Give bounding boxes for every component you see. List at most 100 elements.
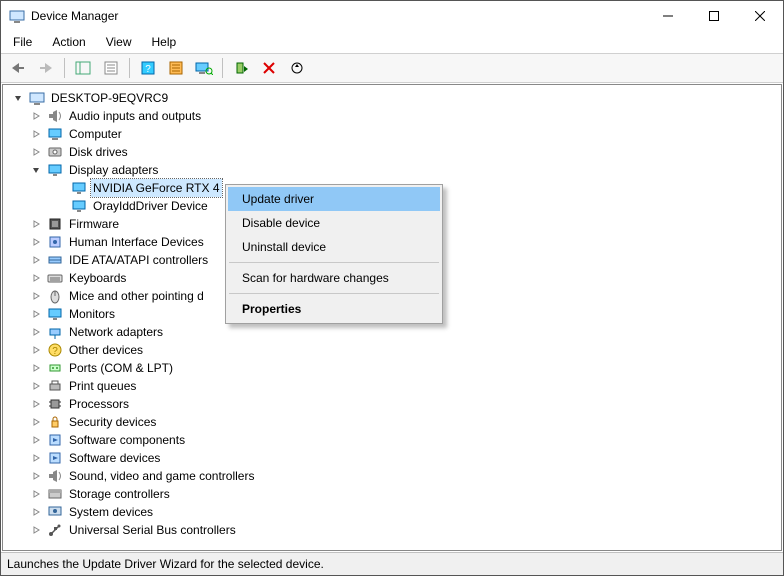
- keyboard-icon: [47, 270, 63, 286]
- tree-node-storage-controllers[interactable]: Storage controllers: [7, 485, 781, 503]
- maximize-button[interactable]: [691, 1, 737, 31]
- minimize-button[interactable]: [645, 1, 691, 31]
- show-hide-console-tree-button[interactable]: [70, 56, 96, 80]
- menu-help[interactable]: Help: [144, 33, 185, 51]
- expander-none: [53, 181, 67, 195]
- tree-node-display-adapters[interactable]: Display adapters: [7, 161, 781, 179]
- toolbar: ?: [1, 53, 783, 83]
- expander-closed-icon[interactable]: [29, 253, 43, 267]
- context-menu-scan-hardware[interactable]: Scan for hardware changes: [228, 266, 440, 290]
- forward-arrow-icon: [38, 61, 54, 75]
- context-menu-properties[interactable]: Properties: [228, 297, 440, 321]
- tree-node-computer[interactable]: Computer: [7, 125, 781, 143]
- tree-node-label: Firmware: [67, 215, 121, 233]
- hid-icon: [47, 234, 63, 250]
- context-menu-separator: [229, 293, 439, 294]
- context-menu-update-driver[interactable]: Update driver: [228, 187, 440, 211]
- expander-closed-icon[interactable]: [29, 433, 43, 447]
- display-icon: [71, 180, 87, 196]
- context-menu-separator: [229, 262, 439, 263]
- properties-button[interactable]: [98, 56, 124, 80]
- tree-node-security-devices[interactable]: Security devices: [7, 413, 781, 431]
- expander-closed-icon[interactable]: [29, 451, 43, 465]
- menu-action[interactable]: Action: [44, 33, 93, 51]
- expander-open-icon[interactable]: [29, 163, 43, 177]
- device-manager-window: Device Manager File Action View Help ?: [0, 0, 784, 576]
- expander-closed-icon[interactable]: [29, 307, 43, 321]
- menu-file[interactable]: File: [5, 33, 40, 51]
- port-icon: [47, 360, 63, 376]
- toolbar-separator: [64, 58, 65, 78]
- svg-text:?: ?: [52, 346, 58, 357]
- close-button[interactable]: [737, 1, 783, 31]
- expander-closed-icon[interactable]: [29, 415, 43, 429]
- window-title: Device Manager: [31, 9, 645, 23]
- expander-open-icon[interactable]: [11, 91, 25, 105]
- software-icon: [47, 432, 63, 448]
- expander-closed-icon[interactable]: [29, 127, 43, 141]
- update-driver-button[interactable]: [284, 56, 310, 80]
- menu-view[interactable]: View: [98, 33, 140, 51]
- tree-node-label: System devices: [67, 503, 155, 521]
- expander-closed-icon[interactable]: [29, 289, 43, 303]
- enable-device-button[interactable]: [228, 56, 254, 80]
- tree-node-audio-inputs-and-outputs[interactable]: Audio inputs and outputs: [7, 107, 781, 125]
- usb-icon: [47, 522, 63, 538]
- help-icon: ?: [140, 61, 156, 75]
- context-menu: Update driver Disable device Uninstall d…: [225, 184, 443, 324]
- tree-node-disk-drives[interactable]: Disk drives: [7, 143, 781, 161]
- context-menu-uninstall-device[interactable]: Uninstall device: [228, 235, 440, 259]
- expander-closed-icon[interactable]: [29, 343, 43, 357]
- expander-closed-icon[interactable]: [29, 145, 43, 159]
- expander-closed-icon[interactable]: [29, 361, 43, 375]
- expander-closed-icon[interactable]: [29, 271, 43, 285]
- back-button[interactable]: [5, 56, 31, 80]
- help-button[interactable]: ?: [135, 56, 161, 80]
- expander-none: [53, 199, 67, 213]
- toolbar-separator: [129, 58, 130, 78]
- expander-closed-icon[interactable]: [29, 523, 43, 537]
- scan-hardware-button[interactable]: [191, 56, 217, 80]
- tree-node-label: Audio inputs and outputs: [67, 107, 203, 125]
- forward-button[interactable]: [33, 56, 59, 80]
- titlebar: Device Manager: [1, 1, 783, 31]
- action-list-button[interactable]: [163, 56, 189, 80]
- tree-node-system-devices[interactable]: System devices: [7, 503, 781, 521]
- expander-closed-icon[interactable]: [29, 379, 43, 393]
- expander-closed-icon[interactable]: [29, 217, 43, 231]
- context-menu-disable-device[interactable]: Disable device: [228, 211, 440, 235]
- tree-node-other-devices[interactable]: ?Other devices: [7, 341, 781, 359]
- update-circle-icon: [289, 61, 305, 75]
- tree-node-network-adapters[interactable]: Network adapters: [7, 323, 781, 341]
- app-icon: [9, 8, 25, 24]
- tree-node-root[interactable]: DESKTOP-9EQVRC9: [7, 89, 781, 107]
- expander-closed-icon[interactable]: [29, 469, 43, 483]
- tree-node-label: Universal Serial Bus controllers: [67, 521, 238, 539]
- network-icon: [47, 324, 63, 340]
- tree-node-label: IDE ATA/ATAPI controllers: [67, 251, 210, 269]
- tree-node-software-devices[interactable]: Software devices: [7, 449, 781, 467]
- other-icon: ?: [47, 342, 63, 358]
- firmware-icon: [47, 216, 63, 232]
- expander-closed-icon[interactable]: [29, 487, 43, 501]
- expander-closed-icon[interactable]: [29, 505, 43, 519]
- expander-closed-icon[interactable]: [29, 109, 43, 123]
- audio-icon: [47, 468, 63, 484]
- tree-node-ports-com-lpt[interactable]: Ports (COM & LPT): [7, 359, 781, 377]
- uninstall-device-button[interactable]: [256, 56, 282, 80]
- computer-icon: [47, 126, 63, 142]
- display-icon: [47, 306, 63, 322]
- expander-closed-icon[interactable]: [29, 325, 43, 339]
- tree-node-processors[interactable]: Processors: [7, 395, 781, 413]
- svg-text:?: ?: [145, 64, 151, 75]
- tree-node-universal-serial-bus-controllers[interactable]: Universal Serial Bus controllers: [7, 521, 781, 539]
- tree-node-print-queues[interactable]: Print queues: [7, 377, 781, 395]
- expander-closed-icon[interactable]: [29, 235, 43, 249]
- tree-node-label: Security devices: [67, 413, 158, 431]
- mouse-icon: [47, 288, 63, 304]
- tree-node-label: Processors: [67, 395, 131, 413]
- tree-node-software-components[interactable]: Software components: [7, 431, 781, 449]
- tree-node-label: Ports (COM & LPT): [67, 359, 175, 377]
- expander-closed-icon[interactable]: [29, 397, 43, 411]
- tree-node-sound-video-and-game-controllers[interactable]: Sound, video and game controllers: [7, 467, 781, 485]
